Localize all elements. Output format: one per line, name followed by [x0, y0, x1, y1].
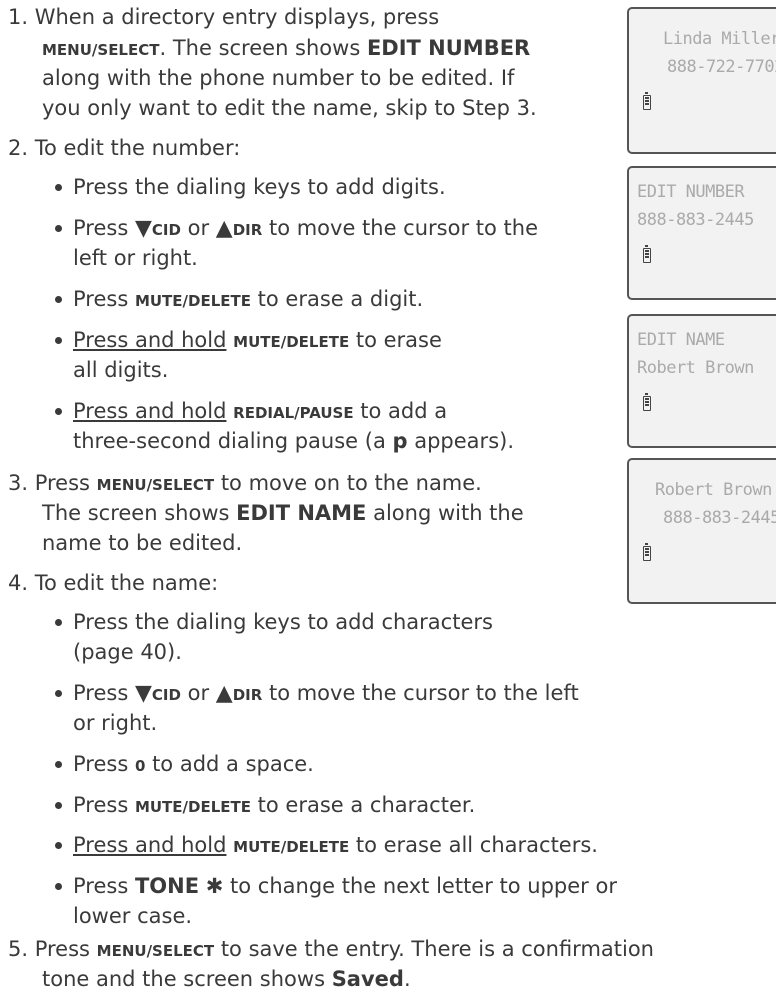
step-3-line-3: name to be edited. — [42, 531, 243, 555]
lcd-line-1: Robert Brown — [655, 480, 772, 500]
battery-icon — [643, 393, 651, 411]
lcd-screen-1: Linda Miller 888-722-7702 — [627, 7, 776, 154]
up-triangle-icon: ▲ — [215, 681, 233, 706]
battery-icon — [643, 245, 651, 263]
key-menu-select: MENU/SELECT — [42, 41, 160, 59]
step-1-line-1: 1. When a directory entry displays, pres… — [8, 5, 440, 29]
step-4-bullet-6: Press TONE ✱ to change the next letter t… — [55, 871, 617, 901]
lcd-screen-4: Robert Brown 888-883-2445 — [627, 458, 776, 604]
step-4-bullet-3: Press 0 to add a space. — [55, 749, 314, 781]
step-2-bullet-5-cont: three-second dialing pause (a p appears)… — [73, 429, 514, 453]
step-5-line-2: tone and the screen shows Saved. — [42, 967, 411, 991]
lcd-line-1: Linda Miller — [663, 29, 776, 49]
step-4-bullet-2-cont: or right. — [73, 711, 158, 735]
step-2-bullet-4: Press and hold MUTE/DELETE to erase — [55, 325, 442, 357]
step-2-bullet-2-cont: left or right. — [73, 246, 198, 270]
lcd-line-2: 888-883-2445 — [663, 508, 776, 528]
step-1-line-4: you only want to edit the name, skip to … — [42, 96, 537, 120]
lcd-screen-3: EDIT NAME Robert Brown — [627, 314, 776, 448]
step-3-line-2: The screen shows EDIT NAME along with th… — [42, 501, 524, 525]
up-triangle-icon: ▲ — [215, 216, 233, 241]
lcd-line-1: EDIT NAME — [637, 330, 725, 350]
step-4-bullet-5: Press and hold MUTE/DELETE to erase all … — [55, 830, 598, 862]
lcd-line-1: EDIT NUMBER — [637, 182, 745, 202]
step-2-bullet-4-cont: all digits. — [73, 358, 169, 382]
battery-icon — [643, 543, 651, 561]
step-3-line-1: 3. Press MENU/SELECT to move on to the n… — [8, 471, 482, 495]
step-4-bullet-6-cont: lower case. — [73, 904, 193, 928]
step-2-bullet-5: Press and hold REDIAL/PAUSE to add a — [54, 396, 447, 428]
down-triangle-icon: ▼ — [134, 216, 152, 241]
step-2-title: 2. To edit the number: — [8, 136, 241, 160]
lcd-line-2: 888-883-2445 — [637, 210, 754, 230]
lcd-screen-2: EDIT NUMBER 888-883-2445 — [627, 166, 776, 300]
battery-icon — [643, 92, 651, 110]
step-2-bullet-3: Press MUTE/DELETE to erase a digit. — [54, 284, 423, 316]
step-2-bullet-2: Press ▼CID or ▲DIR to move the cursor to… — [55, 213, 538, 245]
step-4-bullet-4: Press MUTE/DELETE to erase a character. — [54, 790, 475, 822]
step-5-line-1: 5. Press MENU/SELECT to save the entry. … — [8, 937, 654, 961]
step-1-line-3: along with the phone number to be edited… — [42, 66, 515, 90]
step-4-bullet-1-cont: (page 40). — [73, 640, 182, 664]
edit-number-text: EDIT NUMBER — [366, 36, 531, 60]
tone-star-icon: ✱ — [205, 874, 224, 898]
lcd-line-2: 888-722-7702 — [667, 57, 776, 77]
step-1-line-2: MENU/SELECT. The screen shows EDIT NUMBE… — [42, 36, 531, 60]
step-2-bullet-1: Press the dialing keys to add digits. — [55, 172, 446, 202]
step-4-title: 4. To edit the name: — [8, 571, 219, 595]
step-4-bullet-2: Press ▼CID or ▲DIR to move the cursor to… — [55, 678, 579, 710]
step-4-bullet-1: Press the dialing keys to add characters — [55, 607, 493, 637]
lcd-line-2: Robert Brown — [637, 358, 754, 378]
down-triangle-icon: ▼ — [134, 681, 152, 706]
